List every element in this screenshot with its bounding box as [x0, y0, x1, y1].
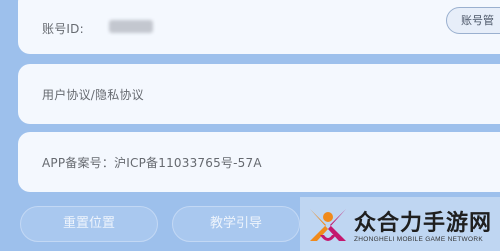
icp-record-text: APP备案号：沪ICP备11033765号-57A [42, 156, 262, 170]
account-manage-button[interactable]: 账号管 [446, 7, 500, 34]
account-id-label: 账号ID: [42, 22, 84, 36]
watermark-subtitle: ZHONGHELI MOBILE GAME NETWORK [354, 236, 483, 243]
watermark-logo-icon [310, 209, 346, 241]
watermark-title: 众合力手游网 [354, 211, 493, 236]
agreement-link[interactable]: 用户协议/隐私协议 [42, 86, 144, 103]
icp-card: APP备案号：沪ICP备11033765号-57A [18, 132, 500, 192]
agreement-card[interactable]: 用户协议/隐私协议 [18, 64, 500, 124]
account-id-value-masked [109, 20, 153, 33]
reset-position-button[interactable]: 重置位置 [20, 206, 158, 242]
tutorial-guide-button[interactable]: 教学引导 [172, 206, 300, 242]
account-card: 账号ID: 账号管 [18, 0, 500, 54]
